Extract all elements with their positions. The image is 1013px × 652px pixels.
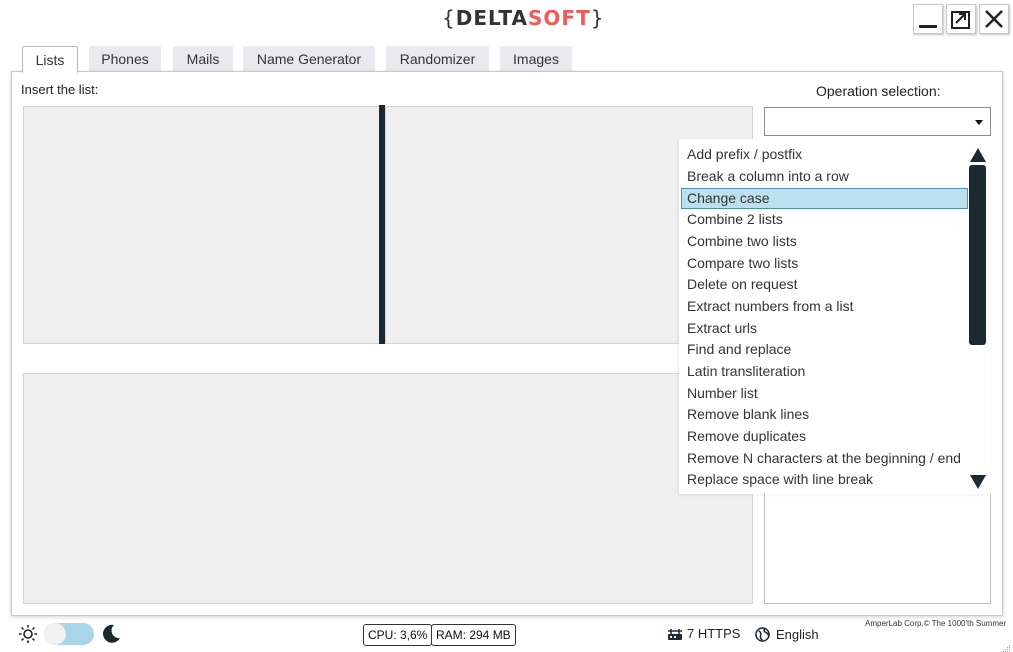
operation-select[interactable] — [764, 107, 991, 136]
operation-dropdown-list: Add prefix / postfix Break a column into … — [679, 139, 991, 494]
copyright-text: AmperLab Corp.© The 1000'th Summer — [865, 619, 1007, 628]
app-logo: {DELTASOFT} — [442, 6, 604, 32]
dropdown-option[interactable]: Extract urls — [681, 318, 968, 339]
tab-randomizer[interactable]: Randomizer — [386, 46, 489, 72]
logo-brace-close: } — [590, 6, 605, 30]
tab-lists[interactable]: Lists — [22, 46, 78, 73]
dark-theme-icon[interactable] — [100, 623, 122, 650]
dropdown-option[interactable]: Extract numbers from a list — [681, 296, 968, 317]
tab-phones[interactable]: Phones — [89, 46, 161, 72]
proxy-count-text[interactable]: 7 HTTPS — [687, 626, 740, 641]
tab-name-generator[interactable]: Name Generator — [243, 46, 375, 72]
result-list[interactable] — [23, 373, 753, 604]
dropdown-option[interactable]: Find and replace — [681, 339, 968, 360]
dropdown-option[interactable]: Change case — [681, 188, 968, 209]
dropdown-option[interactable]: Number list — [681, 383, 968, 404]
cpu-usage-badge: CPU: 3,6% — [363, 624, 433, 646]
logo-part-soft: SOFT — [528, 6, 591, 30]
dropdown-option[interactable]: Latin transliteration — [681, 361, 968, 382]
tab-mails[interactable]: Mails — [173, 46, 233, 72]
operation-selection-label: Operation selection: — [816, 83, 941, 99]
dropdown-option[interactable]: Combine 2 lists — [681, 209, 968, 230]
scroll-down-arrow-icon[interactable] — [970, 475, 986, 489]
globe-icon[interactable] — [755, 627, 770, 647]
light-theme-icon[interactable] — [18, 624, 38, 649]
minimize-icon — [919, 25, 937, 28]
dropdown-option[interactable]: Delete on request — [681, 274, 968, 295]
dropdown-option[interactable]: Remove blank lines — [681, 404, 968, 425]
minimize-button[interactable] — [913, 4, 943, 34]
theme-toggle-knob — [44, 623, 66, 645]
scrollbar-thumb[interactable] — [969, 165, 986, 345]
dropdown-option[interactable]: Compare two lists — [681, 253, 968, 274]
dropdown-option[interactable]: Break a column into a row — [681, 166, 968, 187]
input-list-left[interactable] — [23, 106, 380, 344]
restore-window-icon — [951, 11, 970, 29]
chevron-down-icon — [975, 120, 983, 125]
logo-part-delta: DELTA — [455, 6, 528, 30]
scroll-up-arrow-icon[interactable] — [970, 148, 986, 162]
insert-list-label: Insert the list: — [21, 82, 99, 97]
language-selector[interactable]: English — [776, 627, 819, 642]
proxy-router-icon[interactable] — [667, 627, 683, 646]
dropdown-option[interactable]: Add prefix / postfix — [681, 144, 968, 165]
close-button[interactable] — [979, 4, 1009, 34]
resize-grip-icon[interactable] — [1001, 640, 1011, 652]
restore-button[interactable] — [946, 4, 976, 34]
dropdown-option[interactable]: Remove N characters at the beginning / e… — [681, 448, 968, 469]
close-icon — [985, 10, 1003, 28]
theme-toggle[interactable] — [44, 623, 94, 645]
app-window: {DELTASOFT} Lists Phones Mails Name Gene… — [0, 0, 1013, 652]
dropdown-option[interactable]: Remove duplicates — [681, 426, 968, 447]
tab-images[interactable]: Images — [500, 46, 572, 72]
logo-brace-open: { — [442, 6, 456, 30]
dropdown-option[interactable]: Combine two lists — [681, 231, 968, 252]
dropdown-option[interactable]: Replace space with line break — [681, 469, 968, 490]
ram-usage-badge: RAM: 294 MB — [431, 624, 516, 646]
